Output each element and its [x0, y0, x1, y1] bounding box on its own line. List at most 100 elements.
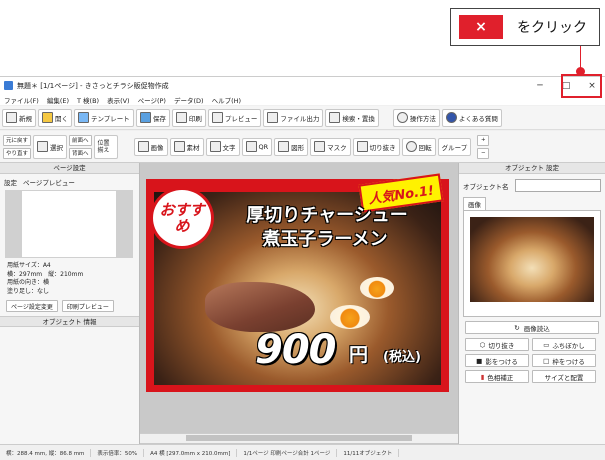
- headline-line1[interactable]: 厚切りチャーシュー: [222, 201, 432, 227]
- qr-button[interactable]: QR: [241, 137, 273, 156]
- zoom-out-icon[interactable]: −: [477, 147, 490, 159]
- frame-button[interactable]: □ 枠をつける: [532, 354, 596, 367]
- qr-icon: [245, 141, 257, 152]
- export-button[interactable]: ファイル出力: [263, 108, 324, 127]
- template-label: テンプレート: [91, 114, 130, 123]
- object-settings-header: オブジェクト 設定: [459, 163, 605, 174]
- rotate-button[interactable]: 回転: [401, 137, 436, 156]
- cursor-icon: [37, 141, 49, 152]
- redo-button[interactable]: やり直す: [3, 147, 32, 159]
- rotate-label: 回転: [418, 143, 432, 152]
- status-coords: 横：288.4 mm, 縦：86.8 mm: [0, 448, 92, 457]
- tab-settings[interactable]: 設定: [4, 177, 17, 187]
- close-sample-icon: ×: [459, 15, 503, 39]
- template-button[interactable]: テンプレート: [74, 108, 134, 127]
- page-settings-change-button[interactable]: ページ設定変更: [6, 300, 58, 313]
- open-label: 開く: [55, 114, 68, 123]
- menu-file[interactable]: ファイル(F): [4, 95, 39, 105]
- menu-tools[interactable]: T 検(B): [77, 95, 99, 105]
- edit-toolbar: 元に戻す やり直す 選択 前面へ 背面へ 位置揃え 画像 素材 文字 QR 図形…: [0, 131, 605, 163]
- callout-text: をクリック: [517, 20, 587, 36]
- image-label: 画像: [150, 143, 164, 152]
- menu-page[interactable]: ページ(P): [138, 95, 166, 105]
- crop-tool-button[interactable]: ⬡ 切り抜き: [465, 338, 529, 351]
- hand-icon: [396, 112, 408, 123]
- page-buttons: ページ設定変更 印刷プレビュー: [0, 300, 139, 313]
- hue-adjust-button[interactable]: ▮ 色相補正: [465, 370, 529, 383]
- object-info-header: オブジェクト 情報: [0, 316, 139, 328]
- window-title: 無題＊ [1/1ページ] - きさっとチラシ販促物作成: [17, 81, 169, 90]
- print-preview-button[interactable]: 印刷プレビュー: [61, 300, 114, 313]
- price-number[interactable]: 900: [255, 327, 336, 373]
- shadow-icon: ■: [476, 356, 483, 365]
- folder-icon: [42, 112, 53, 123]
- recommend-badge[interactable]: おすすめ: [150, 187, 214, 249]
- crop-tool-icon: ⬡: [479, 340, 486, 349]
- menu-view[interactable]: 表示(V): [107, 95, 130, 105]
- crop-button[interactable]: 切り抜き: [352, 137, 400, 156]
- shape-button[interactable]: 図形: [274, 137, 309, 156]
- howto-button[interactable]: 操作方法: [392, 108, 440, 127]
- howto-label: 操作方法: [409, 114, 436, 123]
- page-settings-header: ページ設定: [0, 163, 139, 174]
- search-replace-button[interactable]: 検索・置換: [325, 108, 379, 127]
- template-icon: [78, 112, 89, 123]
- reload-icon: ↻: [514, 323, 520, 332]
- image-button[interactable]: 画像: [133, 137, 168, 156]
- new-file-icon: [6, 112, 17, 123]
- status-zoom: 表示倍率：50%: [91, 448, 145, 457]
- material-button[interactable]: 素材: [169, 137, 204, 156]
- zoom-in-icon[interactable]: +: [477, 134, 490, 146]
- shadow-button[interactable]: ■ 影をつける: [465, 354, 529, 367]
- minimize-button[interactable]: ─: [527, 81, 553, 91]
- tab-image[interactable]: 画像: [463, 197, 486, 210]
- material-label: 素材: [186, 143, 200, 152]
- size-position-button[interactable]: サイズと配置: [532, 370, 596, 383]
- app-window: 無題＊ [1/1ページ] - きさっとチラシ販促物作成 ─ □ × ファイル(F…: [0, 76, 605, 460]
- image-icon: [137, 141, 149, 152]
- print-button[interactable]: 印刷: [171, 108, 206, 127]
- price-yen[interactable]: 円: [349, 340, 368, 367]
- export-label: ファイル出力: [280, 114, 320, 123]
- shape-label: 図形: [291, 143, 305, 152]
- preview-button[interactable]: プレビュー: [207, 108, 262, 127]
- undo-button[interactable]: 元に戻す: [3, 134, 32, 146]
- zoom-group: + −: [477, 134, 490, 159]
- instruction-callout: × をクリック: [450, 8, 600, 46]
- menu-help[interactable]: ヘルプ(H): [212, 95, 241, 105]
- crop-tool-label: 切り抜き: [488, 341, 515, 350]
- tab-page-preview[interactable]: ページプレビュー: [23, 177, 75, 187]
- align-button[interactable]: 位置揃え: [93, 134, 118, 159]
- image-preview-box: [463, 210, 601, 317]
- new-button[interactable]: 新規: [2, 108, 36, 127]
- faq-button[interactable]: よくある質問: [441, 108, 502, 127]
- search-icon: [329, 112, 341, 123]
- price-tax[interactable]: (税込): [383, 346, 421, 365]
- frame-icon: □: [543, 356, 550, 365]
- menu-edit[interactable]: 編集(E): [47, 95, 69, 105]
- preview-icon: [211, 112, 223, 123]
- image-load-label: 画像読込: [523, 324, 550, 333]
- select-button[interactable]: 選択: [33, 134, 68, 159]
- object-name-label: オブジェクト名: [463, 182, 509, 191]
- bring-front-button[interactable]: 前面へ: [69, 134, 92, 146]
- close-highlight-box: [561, 74, 602, 98]
- faq-icon: [445, 112, 457, 123]
- page-thumbnail: [5, 190, 133, 258]
- save-button[interactable]: 保存: [135, 108, 170, 127]
- scrollbar-thumb[interactable]: [186, 435, 412, 441]
- object-name-input[interactable]: [514, 179, 601, 192]
- open-button[interactable]: 開く: [38, 108, 72, 127]
- menu-data[interactable]: データ(D): [174, 95, 204, 105]
- headline-line2[interactable]: 煮玉子ラーメン: [240, 225, 410, 251]
- status-paper: A4 横 [297.0mm x 210.0mm]: [144, 448, 238, 457]
- text-icon: [209, 141, 221, 152]
- image-load-button[interactable]: ↻ 画像読込: [465, 321, 599, 334]
- mask-button[interactable]: マスク: [310, 137, 351, 156]
- text-button[interactable]: 文字: [205, 137, 240, 156]
- blur-edge-button[interactable]: ▭ ふちぼかし: [532, 338, 596, 351]
- send-back-button[interactable]: 背面へ: [69, 147, 92, 159]
- qr-label: QR: [258, 142, 269, 151]
- status-page: 1/1ページ 印刷ページ合計 1ページ: [237, 448, 338, 457]
- group-button[interactable]: グループ: [437, 137, 472, 156]
